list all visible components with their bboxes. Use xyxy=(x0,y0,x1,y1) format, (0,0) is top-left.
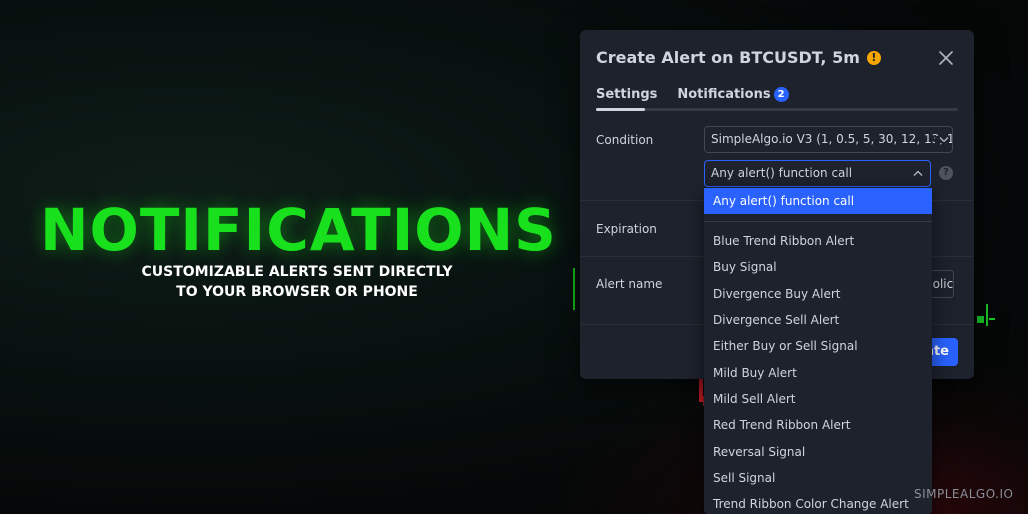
dropdown-item[interactable]: Either Buy or Sell Signal xyxy=(704,333,932,359)
dropdown-item[interactable]: Divergence Sell Alert xyxy=(704,307,932,333)
notifications-count-badge: 2 xyxy=(773,87,789,102)
condition-select[interactable]: SimpleAlgo.io V3 (1, 0.5, 5, 30, 12, 13,… xyxy=(704,126,953,153)
dropdown-item[interactable]: Sell Signal xyxy=(704,465,932,491)
condition-label: Condition xyxy=(596,133,654,147)
dialog-tabs: Settings Notifications 2 xyxy=(596,87,789,110)
dropdown-item[interactable]: Blue Trend Ribbon Alert xyxy=(704,228,932,254)
dialog-title: Create Alert on BTCUSDT, 5m ! xyxy=(596,48,881,67)
expiration-label: Expiration xyxy=(596,222,657,236)
chevron-up-icon xyxy=(913,170,923,176)
trigger-select[interactable]: Any alert() function call xyxy=(704,160,931,187)
warning-icon[interactable]: ! xyxy=(866,50,881,65)
watermark: SIMPLEALGO.IO xyxy=(914,487,1014,501)
tab-active-indicator xyxy=(596,108,645,111)
chart-green-marker xyxy=(977,316,984,323)
dropdown-item[interactable]: Red Trend Ribbon Alert xyxy=(704,412,932,438)
dropdown-item[interactable]: Buy Signal xyxy=(704,254,932,280)
dialog-title-text: Create Alert on BTCUSDT, 5m xyxy=(596,48,860,67)
hero-subtitle: CUSTOMIZABLE ALERTS SENT DIRECTLY TO YOU… xyxy=(40,262,554,302)
dropdown-item[interactable]: Divergence Buy Alert xyxy=(704,281,932,307)
tab-settings[interactable]: Settings xyxy=(596,87,657,110)
trigger-dropdown-menu: Any alert() function call Blue Trend Rib… xyxy=(704,188,932,514)
dropdown-item-selected[interactable]: Any alert() function call xyxy=(704,188,932,214)
dropdown-item[interactable]: Mild Buy Alert xyxy=(704,360,932,386)
chart-green-line xyxy=(573,268,575,310)
chart-green-wick xyxy=(986,304,988,326)
alert-name-label: Alert name xyxy=(596,277,663,291)
tab-notifications-label: Notifications xyxy=(677,87,771,102)
condition-select-value: SimpleAlgo.io V3 (1, 0.5, 5, 30, 12, 13,… xyxy=(711,132,953,146)
tab-settings-label: Settings xyxy=(596,87,658,102)
hero-subtitle-line-2: TO YOUR BROWSER OR PHONE xyxy=(176,284,418,300)
hero-subtitle-line-1: CUSTOMIZABLE ALERTS SENT DIRECTLY xyxy=(141,264,453,280)
chevron-down-icon xyxy=(935,136,949,143)
dropdown-item[interactable]: Reversal Signal xyxy=(704,439,932,465)
close-icon[interactable] xyxy=(938,50,954,66)
tab-notifications[interactable]: Notifications 2 xyxy=(677,87,789,110)
help-icon[interactable]: ? xyxy=(939,166,953,180)
dropdown-item[interactable]: Mild Sell Alert xyxy=(704,386,932,412)
hero-title: NOTIFICATIONS xyxy=(40,196,557,264)
tab-track xyxy=(596,108,958,111)
trigger-select-value: Any alert() function call xyxy=(711,166,853,180)
chart-green-tick xyxy=(989,318,995,320)
dropdown-item[interactable]: Trend Ribbon Color Change Alert xyxy=(704,491,932,514)
dropdown-separator xyxy=(704,221,932,222)
